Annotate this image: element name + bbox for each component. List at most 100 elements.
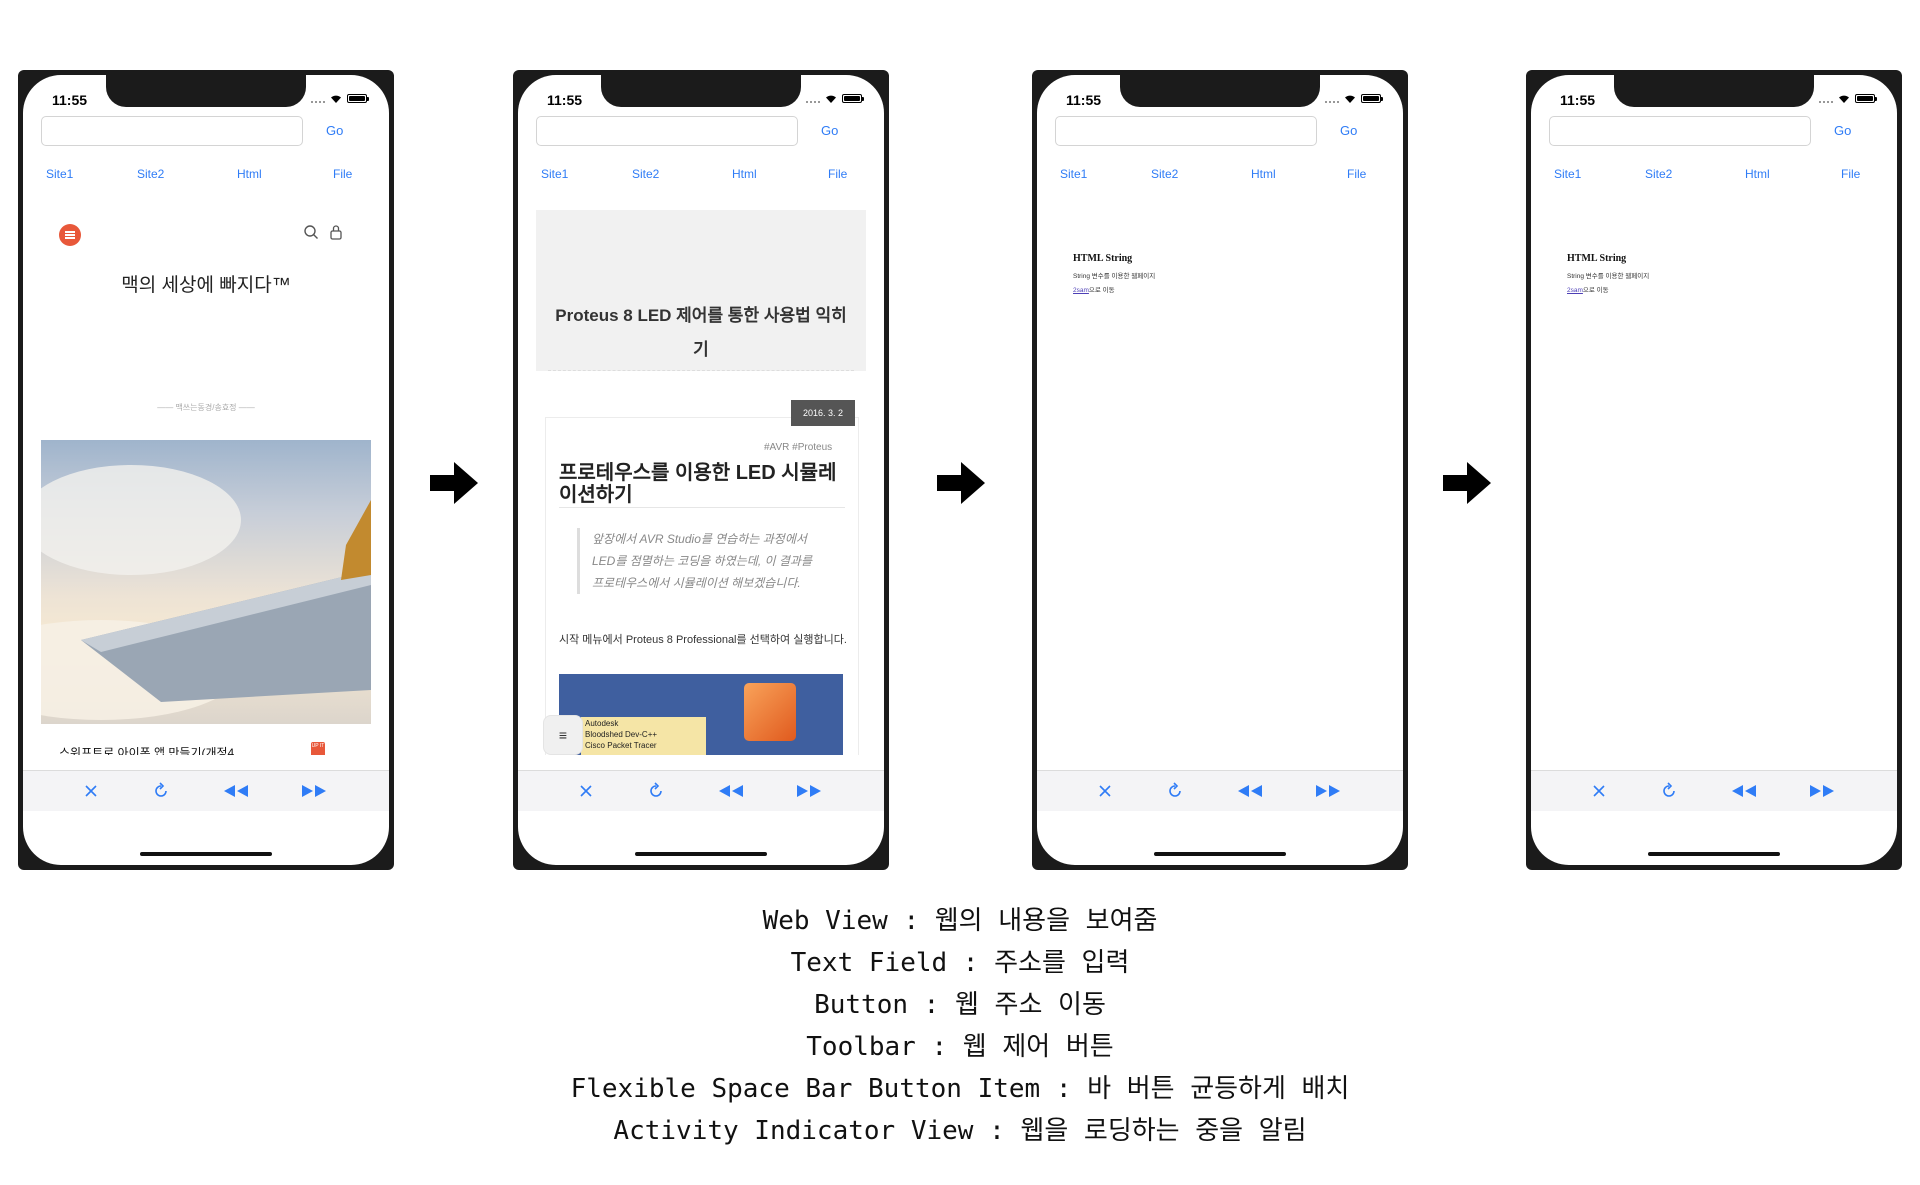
- html-string-text: String 변수를 이용한 웹페이지: [1567, 273, 1650, 280]
- site1-button[interactable]: Site1: [46, 167, 73, 181]
- site1-button[interactable]: Site1: [1554, 167, 1581, 181]
- notch: [601, 75, 801, 107]
- caption-web-view: Web View : 웹의 내용을 보여줌: [762, 906, 1158, 936]
- reload-icon[interactable]: [1656, 779, 1682, 803]
- site1-button[interactable]: Site1: [1060, 167, 1087, 181]
- site2-button[interactable]: Site2: [632, 167, 659, 181]
- site2-button[interactable]: Site2: [1151, 167, 1178, 181]
- phone-display: 11:55 Go Site1 Site2 Html File HTML Stri…: [1531, 75, 1897, 865]
- menu-icon[interactable]: [59, 224, 81, 246]
- reload-icon[interactable]: [148, 779, 174, 803]
- rewind-icon[interactable]: [223, 779, 249, 803]
- post-quote: 앞장에서 AVR Studio를 연습하는 과정에서 LED를 점멸하는 코딩을…: [577, 528, 826, 594]
- wifi-icon: [1839, 95, 1849, 103]
- html-button[interactable]: Html: [732, 167, 757, 181]
- toolbar: [1531, 770, 1897, 811]
- post-body: 시작 메뉴에서 Proteus 8 Professional를 선택하여 실행합…: [559, 634, 847, 646]
- blog-subtitle: —— 맥쓰는동경/송효정 ——: [157, 403, 255, 412]
- file-button[interactable]: File: [828, 167, 847, 181]
- home-indicator: [140, 852, 272, 856]
- html-button[interactable]: Html: [1745, 167, 1770, 181]
- battery-icon: [347, 94, 369, 103]
- toolbar: [518, 770, 884, 811]
- web-view[interactable]: HTML String String 변수를 이용한 웹페이지 2sam으로 이…: [1549, 210, 1879, 755]
- menu-item: Bloodshed Dev-C++: [585, 730, 658, 739]
- close-icon[interactable]: [78, 779, 104, 803]
- status-time: 11:55: [52, 92, 88, 108]
- site-nav: Site1 Site2 Html File: [1531, 167, 1897, 187]
- file-button[interactable]: File: [1347, 167, 1366, 181]
- web-view[interactable]: HTML String String 변수를 이용한 웹페이지 2sam으로 이…: [1055, 210, 1385, 755]
- fast-forward-icon[interactable]: [1315, 779, 1341, 803]
- fast-forward-icon[interactable]: [301, 779, 327, 803]
- go-button[interactable]: Go: [326, 123, 343, 138]
- post-title: 프로테우스를 이용한 LED 시뮬레이션하기: [559, 462, 837, 506]
- monitor-icon: [744, 683, 796, 741]
- web-view[interactable]: Proteus 8 LED 제어를 통한 사용법 익히기 2016. 3. 2 …: [536, 210, 866, 755]
- go-button[interactable]: Go: [1340, 123, 1357, 138]
- html-string-text: String 변수를 이용한 웹페이지: [1073, 273, 1156, 280]
- post-title[interactable]: 스위프트로 아이폰 앱 만들기(개정4: [59, 744, 279, 755]
- phone-screen-4: 11:55 Go Site1 Site2 Html File HTML Stri…: [1526, 70, 1902, 870]
- web-view[interactable]: 맥의 세상에 빠지다™ —— 맥쓰는동경/송효정 —— 스위프트로 아이폰 앱 …: [41, 210, 371, 755]
- divider: [559, 507, 845, 508]
- html-string-title: HTML String: [1567, 253, 1627, 264]
- reload-icon[interactable]: [643, 779, 669, 803]
- menu-fab-icon[interactable]: ≡: [543, 715, 583, 755]
- html-string-link-line: 2sam으로 이동: [1073, 284, 1115, 294]
- toolbar: [1037, 770, 1403, 811]
- hero-image: [41, 440, 371, 724]
- arrow-right-icon: [937, 462, 987, 504]
- status-icons: [1325, 94, 1383, 103]
- phone-display: 11:55 Go Site1 Site2 Html File HTML Stri…: [1037, 75, 1403, 865]
- close-icon[interactable]: [1586, 779, 1612, 803]
- rewind-icon[interactable]: [1237, 779, 1263, 803]
- url-text-field[interactable]: [1055, 116, 1317, 146]
- html-string-link[interactable]: 2sam: [1567, 287, 1583, 294]
- status-icons: [311, 94, 369, 103]
- signal-icon: [1819, 95, 1833, 103]
- lock-icon[interactable]: [329, 224, 343, 240]
- fast-forward-icon[interactable]: [796, 779, 822, 803]
- rewind-icon[interactable]: [1731, 779, 1757, 803]
- site1-button[interactable]: Site1: [541, 167, 568, 181]
- go-button[interactable]: Go: [821, 123, 838, 138]
- go-button[interactable]: Go: [1834, 123, 1851, 138]
- search-icon[interactable]: [303, 224, 319, 240]
- post-tags[interactable]: #AVR #Proteus: [764, 442, 832, 453]
- phone-display: 11:55 Go Site1 Site2 Html File Proteus 8…: [518, 75, 884, 865]
- status-time: 11:55: [1560, 92, 1596, 108]
- wifi-icon: [331, 95, 341, 103]
- home-indicator: [1154, 852, 1286, 856]
- reload-icon[interactable]: [1162, 779, 1188, 803]
- caption-toolbar: Toolbar : 웹 제어 버튼: [806, 1032, 1114, 1062]
- site2-button[interactable]: Site2: [137, 167, 164, 181]
- file-button[interactable]: File: [1841, 167, 1860, 181]
- html-button[interactable]: Html: [237, 167, 262, 181]
- notch: [1614, 75, 1814, 107]
- url-text-field[interactable]: [1549, 116, 1811, 146]
- blog-header-icons: [303, 224, 343, 240]
- site2-button[interactable]: Site2: [1645, 167, 1672, 181]
- home-indicator: [1648, 852, 1780, 856]
- start-menu-list: Autodesk Bloodshed Dev-C++ Cisco Packet …: [581, 717, 706, 755]
- html-string-link[interactable]: 2sam: [1073, 287, 1089, 294]
- url-text-field[interactable]: [536, 116, 798, 146]
- html-string-link-line: 2sam으로 이동: [1567, 284, 1609, 294]
- caption-flexible-space: Flexible Space Bar Button Item : 바 버튼 균등…: [570, 1074, 1350, 1104]
- close-icon[interactable]: [1092, 779, 1118, 803]
- url-text-field[interactable]: [41, 116, 303, 146]
- phone-screen-3: 11:55 Go Site1 Site2 Html File HTML Stri…: [1032, 70, 1408, 870]
- notch: [1120, 75, 1320, 107]
- rewind-icon[interactable]: [718, 779, 744, 803]
- wifi-icon: [826, 95, 836, 103]
- signal-icon: [806, 95, 820, 103]
- blog-header: Proteus 8 LED 제어를 통한 사용법 익히기: [536, 210, 866, 371]
- close-icon[interactable]: [573, 779, 599, 803]
- file-button[interactable]: File: [333, 167, 352, 181]
- html-button[interactable]: Html: [1251, 167, 1276, 181]
- battery-icon: [1855, 94, 1877, 103]
- menu-item: Autodesk: [585, 719, 619, 728]
- signal-icon: [311, 95, 325, 103]
- fast-forward-icon[interactable]: [1809, 779, 1835, 803]
